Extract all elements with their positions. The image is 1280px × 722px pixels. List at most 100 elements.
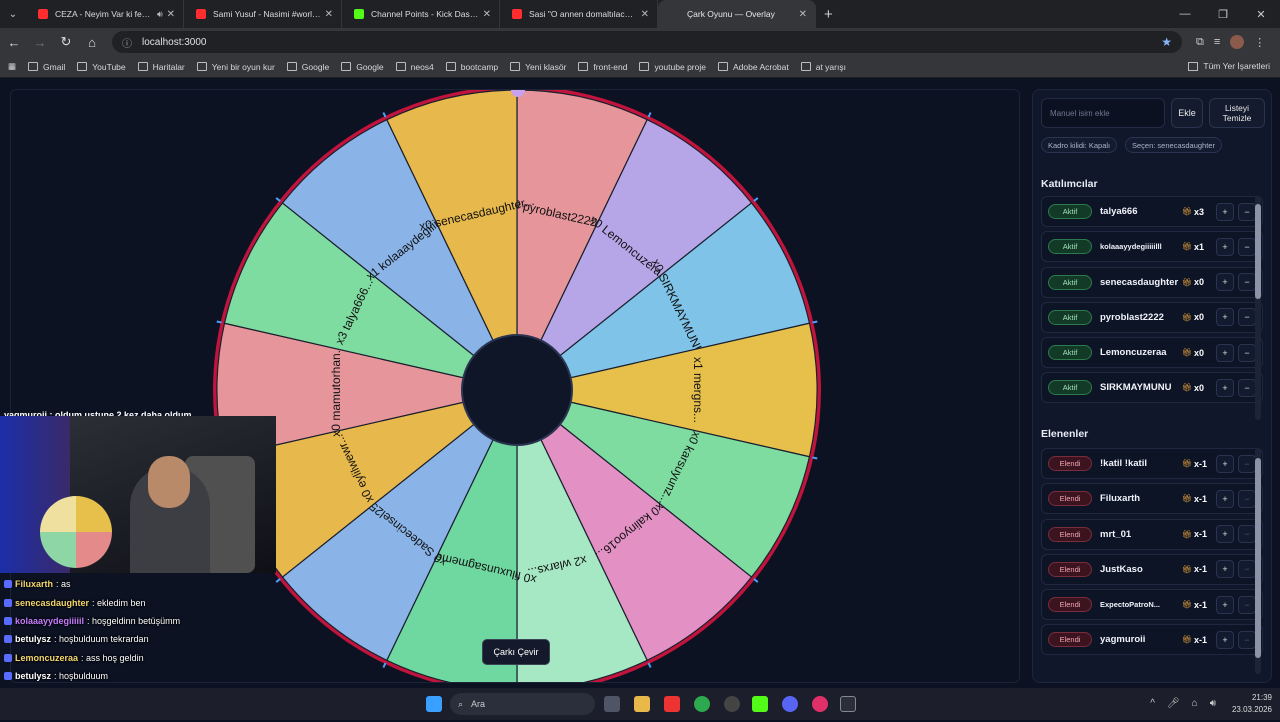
maps-icon[interactable] — [812, 696, 828, 712]
decrement-button[interactable]: − — [1238, 595, 1256, 614]
increment-button[interactable]: + — [1216, 560, 1234, 579]
kick-icon[interactable] — [752, 696, 768, 712]
add-button[interactable]: Ekle — [1171, 98, 1203, 128]
address-bar[interactable]: ⓘ localhost:3000 ★ — [112, 31, 1182, 53]
decrement-button[interactable]: − — [1238, 525, 1256, 544]
tab-search-menu[interactable]: ⌄ — [0, 0, 26, 28]
participants-scrollbar[interactable] — [1255, 196, 1261, 420]
new-tab-button[interactable]: + — [824, 6, 833, 23]
status-badge[interactable]: Elendi — [1048, 632, 1092, 648]
youtube-app-icon[interactable] — [664, 696, 680, 712]
terminal-icon[interactable] — [840, 696, 856, 712]
decrement-button[interactable]: − — [1238, 202, 1256, 221]
bookmark-item[interactable]: Haritalar — [137, 62, 185, 72]
network-icon[interactable]: ⌂ — [1192, 698, 1198, 709]
status-badge[interactable]: Elendi — [1048, 597, 1092, 613]
bookmark-item[interactable]: bootcamp — [445, 62, 498, 72]
spin-button[interactable]: Çarkı Çevir — [482, 639, 550, 665]
increment-button[interactable]: + — [1216, 595, 1234, 614]
discord-icon[interactable] — [782, 696, 798, 712]
tab-close-icon[interactable]: ✕ — [167, 9, 175, 20]
tab-close-icon[interactable]: ✕ — [325, 9, 333, 20]
decrement-button[interactable]: − — [1238, 343, 1256, 362]
decrement-button[interactable]: − — [1238, 273, 1256, 292]
restore-icon[interactable]: ❐ — [1204, 0, 1242, 28]
browser-tab[interactable]: CEZA - Neyim Var ki feat. Sag🔊︎ ✕ — [26, 0, 184, 28]
increment-button[interactable]: + — [1216, 343, 1234, 362]
decrement-button[interactable]: − — [1238, 630, 1256, 649]
extensions-icon[interactable]: ⧉ — [1196, 36, 1204, 49]
status-badge[interactable]: Elendi — [1048, 456, 1092, 471]
status-badge[interactable]: Aktif — [1048, 274, 1092, 290]
mic-icon[interactable]: 🎤︎ — [1167, 698, 1180, 709]
decrement-button[interactable]: − — [1238, 237, 1256, 256]
increment-button[interactable]: + — [1216, 525, 1234, 544]
decrement-button[interactable]: − — [1238, 454, 1256, 473]
bookmark-item[interactable]: youtube proje — [639, 62, 706, 72]
bookmark-item[interactable]: Yeni bir oyun kur — [196, 62, 275, 72]
decrement-button[interactable]: − — [1238, 308, 1256, 327]
increment-button[interactable]: + — [1216, 454, 1234, 473]
bookmark-item[interactable]: Google — [341, 62, 384, 72]
tab-close-icon[interactable]: ✕ — [641, 9, 649, 20]
tray-chevron-icon[interactable]: ^ — [1150, 698, 1155, 709]
decrement-button[interactable]: − — [1238, 378, 1256, 397]
bookmark-item[interactable]: at yarışı — [800, 62, 846, 72]
status-badge[interactable]: Aktif — [1048, 380, 1092, 396]
clear-list-button[interactable]: Listeyi Temizle — [1209, 98, 1265, 128]
status-badge[interactable]: Elendi — [1048, 491, 1092, 507]
windows-start-icon[interactable] — [426, 696, 442, 712]
site-info-icon[interactable]: ⓘ — [122, 35, 132, 50]
browser-tab[interactable]: Sasi "O annen domaltılacak" diy ✕ — [500, 0, 658, 28]
audio-icon[interactable]: 🔊︎ — [157, 9, 163, 20]
bookmark-item[interactable]: neos4 — [395, 62, 434, 72]
tab-close-icon[interactable]: ✕ — [483, 9, 491, 20]
status-badge[interactable]: Aktif — [1048, 345, 1092, 361]
bookmark-item[interactable]: Google — [286, 62, 329, 72]
decrement-button[interactable]: − — [1238, 489, 1256, 508]
status-badge[interactable]: Elendi — [1048, 526, 1092, 542]
forward-icon[interactable]: → — [28, 30, 52, 54]
chrome-icon[interactable] — [694, 696, 710, 712]
browser-tab[interactable]: Channel Points - Kick Dashboard ✕ — [342, 0, 500, 28]
increment-button[interactable]: + — [1216, 237, 1234, 256]
profile-avatar[interactable] — [1230, 35, 1245, 49]
increment-button[interactable]: + — [1216, 202, 1234, 221]
menu-icon[interactable]: ⋮ — [1254, 36, 1265, 49]
status-badge[interactable]: Aktif — [1048, 309, 1092, 325]
home-icon[interactable]: ⌂ — [80, 30, 104, 54]
bookmark-item[interactable]: Yeni klasör — [510, 62, 566, 72]
bookmark-item[interactable]: front-end — [578, 62, 627, 72]
all-bookmarks[interactable]: Tüm Yer İşaretleri — [1188, 61, 1270, 71]
media-icon[interactable]: ≡ — [1214, 36, 1220, 48]
increment-button[interactable]: + — [1216, 378, 1234, 397]
prize-wheel[interactable]: x0 pyroblast2222...x0 Lemoncuzera...x0 S… — [203, 89, 831, 683]
decrement-button[interactable]: − — [1238, 560, 1256, 579]
close-window-icon[interactable]: ✕ — [1242, 0, 1280, 28]
task-view-icon[interactable] — [604, 696, 620, 712]
increment-button[interactable]: + — [1216, 308, 1234, 327]
tab-close-icon[interactable]: ✕ — [799, 9, 807, 20]
obs-icon[interactable] — [724, 696, 740, 712]
status-badge[interactable]: Aktif — [1048, 239, 1092, 255]
taskbar-search[interactable]: ⌕ Ara — [450, 693, 595, 715]
reload-icon[interactable]: ↻ — [54, 30, 78, 54]
bookmark-item[interactable]: YouTube — [77, 62, 126, 72]
increment-button[interactable]: + — [1216, 273, 1234, 292]
browser-tab[interactable]: Sami Yusuf - Nasimi #worldmu ✕ — [184, 0, 342, 28]
browser-tab[interactable]: Çark Oyunu — Overlay ✕ — [658, 0, 816, 28]
status-badge[interactable]: Aktif — [1048, 204, 1092, 219]
bookmark-star-icon[interactable]: ★ — [1161, 35, 1172, 49]
file-explorer-icon[interactable] — [634, 696, 650, 712]
clock[interactable]: 21:39 23.03.2026 — [1232, 692, 1272, 716]
apps-icon[interactable]: ▦ — [8, 61, 16, 72]
manual-name-input[interactable]: Manuel isim ekle — [1041, 98, 1165, 128]
roster-lock-pill[interactable]: Kadro kilidi: Kapalı — [1041, 137, 1118, 153]
bookmark-item[interactable]: Gmail — [28, 62, 65, 72]
increment-button[interactable]: + — [1216, 630, 1234, 649]
back-icon[interactable]: ← — [2, 30, 26, 54]
bookmark-item[interactable]: Adobe Acrobat — [717, 62, 789, 72]
minimize-icon[interactable]: — — [1166, 0, 1204, 28]
volume-icon[interactable]: 🔊︎ — [1210, 698, 1216, 709]
increment-button[interactable]: + — [1216, 489, 1234, 508]
